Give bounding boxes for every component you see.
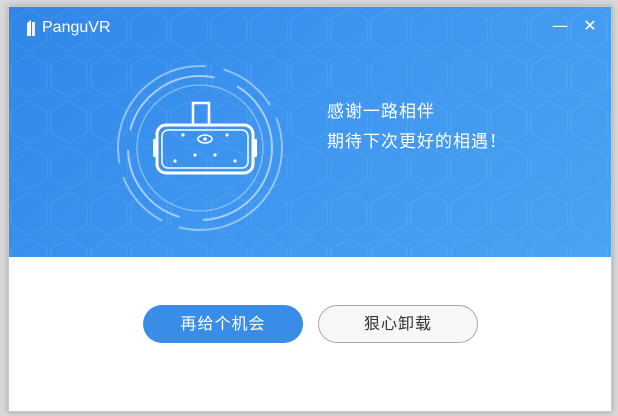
close-button[interactable]: ✕ bbox=[579, 15, 601, 37]
farewell-message: 感谢一路相伴 期待下次更好的相遇！ bbox=[327, 97, 507, 157]
uninstall-button[interactable]: 狠心卸载 bbox=[318, 305, 478, 343]
uninstall-dialog: PanguVR — ✕ 感谢一路相伴 期待下次更好的相遇！ 再给个机会 狠心卸载 bbox=[8, 6, 612, 412]
vr-headset-icon bbox=[117, 65, 283, 231]
pangu-logo-icon bbox=[27, 20, 35, 36]
message-line-1: 感谢一路相伴 bbox=[327, 102, 435, 122]
hexagon-pattern bbox=[9, 7, 611, 257]
minimize-button[interactable]: — bbox=[549, 15, 571, 37]
retry-button[interactable]: 再给个机会 bbox=[143, 305, 303, 343]
message-line-2: 期待下次更好的相遇！ bbox=[327, 132, 507, 152]
banner: PanguVR — ✕ 感谢一路相伴 期待下次更好的相遇！ bbox=[9, 7, 611, 257]
app-logo-text: PanguVR bbox=[42, 19, 111, 36]
app-logo: PanguVR bbox=[25, 19, 111, 37]
